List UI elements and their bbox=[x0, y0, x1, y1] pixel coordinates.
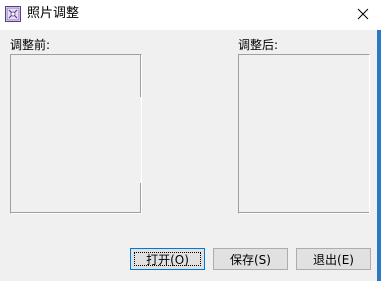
image-adjust-icon bbox=[5, 6, 21, 22]
before-image-panel bbox=[10, 54, 142, 214]
open-button[interactable]: 打开(O) bbox=[130, 248, 205, 270]
title-bar[interactable]: 照片调整 bbox=[0, 0, 381, 30]
exit-button-label: 退出(E) bbox=[313, 252, 354, 267]
after-label: 调整后: bbox=[238, 38, 279, 52]
save-button[interactable]: 保存(S) bbox=[213, 248, 288, 270]
after-image-panel bbox=[238, 54, 370, 214]
photo-adjust-window: 照片调整 调整前: 调整后: 打开(O) 保存(S) 退出(E) bbox=[0, 0, 381, 281]
before-label: 调整前: bbox=[10, 38, 51, 52]
close-icon bbox=[357, 8, 369, 23]
window-frame-edge bbox=[377, 30, 381, 281]
close-button[interactable] bbox=[344, 0, 381, 30]
exit-button[interactable]: 退出(E) bbox=[296, 248, 371, 270]
window-title: 照片调整 bbox=[27, 6, 80, 21]
save-button-label: 保存(S) bbox=[230, 252, 271, 267]
